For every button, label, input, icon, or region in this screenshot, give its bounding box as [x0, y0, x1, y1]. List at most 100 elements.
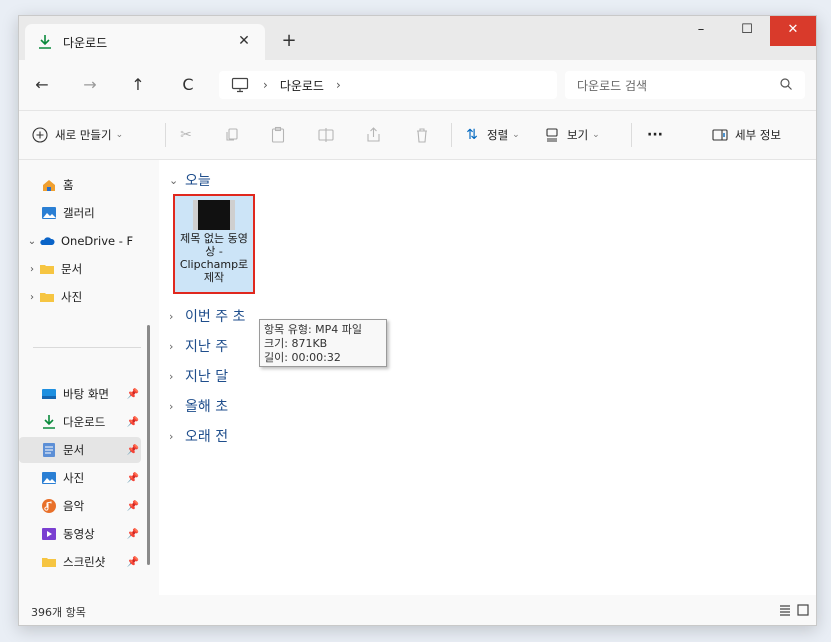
- sort-label: 정렬: [487, 128, 509, 142]
- view-button[interactable]: 보기 ⌄: [543, 111, 600, 159]
- folder-icon: [42, 558, 56, 567]
- sort-button[interactable]: ⇅ 정렬 ⌄: [463, 111, 520, 159]
- group-label: 이번 주 초: [185, 309, 246, 325]
- pin-icon[interactable]: 📌: [127, 445, 139, 456]
- sidebar-item-desktop[interactable]: 바탕 화면 📌: [19, 381, 141, 407]
- tooltip-size: 크기: 871KB: [264, 337, 328, 350]
- tooltip-length: 길이: 00:00:32: [264, 351, 341, 364]
- group-label: 오래 전: [185, 429, 229, 445]
- sidebar-item-label: 홈: [63, 178, 74, 192]
- sidebar-item-screenshots[interactable]: 스크린샷 📌: [19, 549, 141, 575]
- navigation-bar: ← → ↑ C › 다운로드 › 다운로드 검색: [19, 60, 816, 110]
- copy-button[interactable]: [223, 111, 247, 159]
- refresh-button[interactable]: C: [175, 72, 201, 98]
- sidebar-item-label: 갤러리: [63, 206, 95, 220]
- video-thumbnail-icon: [193, 200, 235, 230]
- sidebar-item-gallery[interactable]: 갤러리: [19, 200, 141, 226]
- music-icon: [42, 499, 56, 513]
- sidebar-item-label: 문서: [61, 262, 83, 276]
- chevron-right-icon[interactable]: ›: [25, 292, 39, 303]
- sidebar-item-videos[interactable]: 동영상 📌: [19, 521, 141, 547]
- cut-button[interactable]: ✂: [177, 111, 201, 159]
- group-label: 지난 달: [185, 369, 229, 385]
- forward-button[interactable]: →: [77, 72, 103, 98]
- group-header-earlier-this-year[interactable]: › 올해 초: [169, 396, 228, 416]
- paste-icon: [271, 126, 285, 143]
- documents-icon: [43, 443, 55, 457]
- delete-button[interactable]: [413, 111, 437, 159]
- group-header-a-long-time-ago[interactable]: › 오래 전: [169, 426, 228, 446]
- minimize-button[interactable]: –: [678, 16, 724, 46]
- breadcrumb-separator[interactable]: ›: [263, 78, 268, 92]
- folder-icon: [40, 293, 54, 302]
- onedrive-cloud-icon: [40, 237, 55, 245]
- tab-downloads[interactable]: 다운로드 ✕: [25, 24, 265, 60]
- trash-icon: [417, 128, 427, 143]
- file-item-video[interactable]: 제목 없는 동영상 - Clipchamp로 제작: [173, 194, 255, 294]
- address-bar[interactable]: › 다운로드 ›: [219, 71, 557, 99]
- sidebar-item-label: 음악: [63, 499, 85, 513]
- group-header-earlier-this-week[interactable]: › 이번 주 초: [169, 306, 245, 326]
- sidebar-item-label: 사진: [61, 290, 83, 304]
- chevron-down-icon[interactable]: ⌄: [25, 236, 39, 247]
- sidebar-item-downloads[interactable]: 다운로드 📌: [19, 409, 141, 435]
- item-count: 396개 항목: [31, 606, 86, 619]
- back-button[interactable]: ←: [29, 72, 55, 98]
- details-view-icon[interactable]: [778, 603, 792, 617]
- more-options-button[interactable]: ···: [647, 111, 663, 159]
- up-button[interactable]: ↑: [125, 72, 151, 98]
- breadcrumb-separator[interactable]: ›: [336, 78, 341, 92]
- folder-icon: [40, 265, 54, 274]
- divider: [33, 347, 141, 348]
- tab-close-button[interactable]: ✕: [235, 32, 253, 50]
- sidebar-item-onedrive-pictures[interactable]: › 사진: [19, 284, 141, 310]
- sidebar-scrollbar[interactable]: [147, 325, 150, 565]
- chevron-down-icon: ⌄: [512, 130, 520, 140]
- new-button[interactable]: 새로 만들기 ⌄: [31, 111, 123, 159]
- chevron-down-icon: ⌄: [592, 130, 600, 140]
- pin-icon[interactable]: 📌: [127, 389, 139, 400]
- chevron-right-icon[interactable]: ›: [25, 264, 39, 275]
- close-window-button[interactable]: ✕: [770, 16, 816, 46]
- divider: [631, 123, 632, 147]
- breadcrumb-downloads[interactable]: 다운로드: [280, 77, 324, 94]
- status-bar: 396개 항목: [19, 595, 816, 625]
- chevron-right-icon: ›: [169, 429, 174, 443]
- new-tab-button[interactable]: +: [277, 30, 301, 54]
- group-header-today[interactable]: ⌄ 오늘: [169, 170, 211, 190]
- pin-icon[interactable]: 📌: [127, 557, 139, 568]
- group-header-last-month[interactable]: › 지난 달: [169, 366, 228, 386]
- file-explorer-window: 다운로드 ✕ + – ☐ ✕ ← → ↑ C › 다운로드 › 다운로드 검색 …: [18, 15, 817, 626]
- sidebar-item-home[interactable]: 홈: [19, 172, 141, 198]
- details-pane-icon: [712, 129, 728, 141]
- maximize-button[interactable]: ☐: [724, 16, 770, 46]
- paste-button[interactable]: [269, 111, 293, 159]
- tiles-view-icon[interactable]: [796, 603, 810, 617]
- sidebar-item-onedrive-documents[interactable]: › 문서: [19, 256, 141, 282]
- group-header-last-week[interactable]: › 지난 주: [169, 336, 228, 356]
- sidebar-item-label: 다운로드: [63, 415, 106, 429]
- pin-icon[interactable]: 📌: [127, 529, 139, 540]
- pin-icon[interactable]: 📌: [127, 473, 139, 484]
- details-pane-button[interactable]: 세부 정보: [711, 111, 781, 159]
- search-box[interactable]: 다운로드 검색: [565, 71, 805, 99]
- pin-icon[interactable]: 📌: [127, 501, 139, 512]
- videos-icon: [42, 528, 56, 540]
- search-placeholder: 다운로드 검색: [577, 78, 648, 93]
- sidebar-item-documents[interactable]: 문서 📌: [19, 437, 141, 463]
- sidebar-item-music[interactable]: 음악 📌: [19, 493, 141, 519]
- plus-circle-icon: [32, 127, 48, 143]
- pin-icon[interactable]: 📌: [127, 417, 139, 428]
- home-icon: [43, 180, 55, 191]
- copy-icon: [226, 128, 238, 141]
- rename-button[interactable]: [317, 111, 341, 159]
- sidebar-item-pictures[interactable]: 사진 📌: [19, 465, 141, 491]
- chevron-down-icon: ⌄: [169, 173, 179, 187]
- download-icon: [39, 35, 51, 49]
- sidebar-item-onedrive[interactable]: ⌄ OneDrive - F: [19, 228, 141, 254]
- sidebar-item-label: 동영상: [63, 527, 95, 541]
- share-button[interactable]: [365, 111, 389, 159]
- sidebar-item-label: 바탕 화면: [63, 387, 109, 401]
- pictures-icon: [42, 472, 56, 484]
- search-icon: [780, 78, 792, 90]
